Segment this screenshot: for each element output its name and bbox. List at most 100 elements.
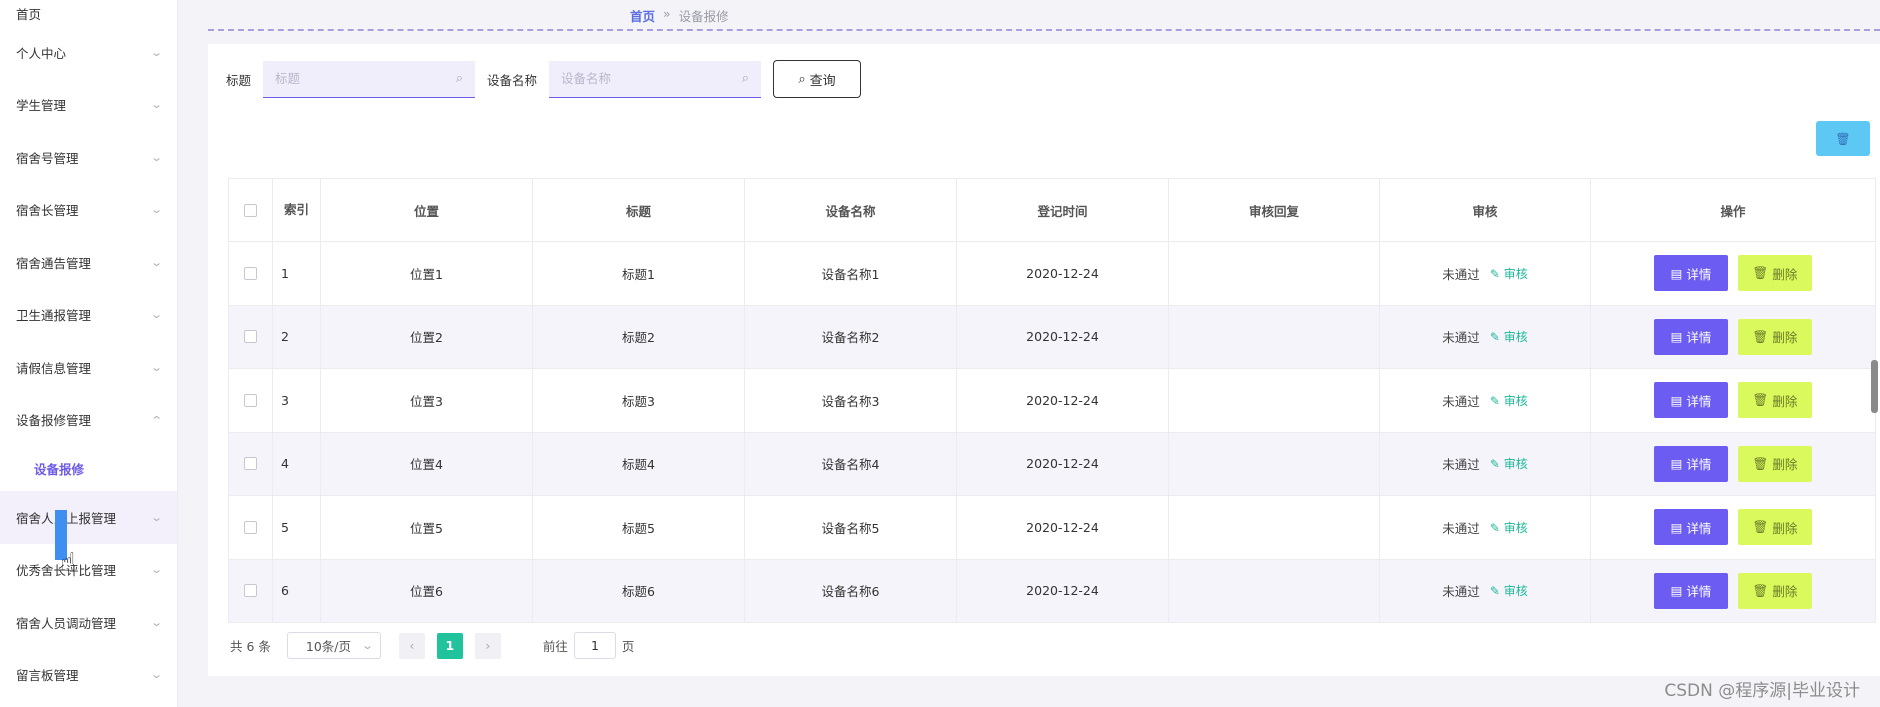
document-icon: ▤	[1670, 456, 1683, 472]
detail-button[interactable]: ▤ 详情	[1654, 382, 1728, 419]
sidebar-item-label: 宿舍通告管理	[16, 255, 92, 271]
delete-button[interactable]: 🗑 删除	[1738, 572, 1812, 609]
detail-button[interactable]: ▤ 详情	[1654, 255, 1728, 292]
sidebar-item[interactable]: 首页	[0, 0, 177, 26]
hand-cursor-icon: ☝	[60, 548, 76, 578]
page-size-select[interactable]: 10条/页 ⌄	[286, 632, 381, 659]
cell-ops: ▤ 详情 🗑 删除	[1591, 369, 1876, 432]
cell-position: 位置6	[321, 559, 533, 622]
header-title[interactable]: 标题	[533, 179, 745, 241]
chevron-down-icon: ⌄	[149, 360, 163, 374]
audit-link[interactable]: ✎ 审核	[1490, 455, 1528, 472]
edit-icon: ✎	[1489, 330, 1504, 345]
sidebar-item[interactable]: 个人中心 ⌄	[0, 26, 177, 79]
goto-page: 前往 页	[543, 632, 635, 659]
audit-link[interactable]: ✎ 审核	[1490, 582, 1528, 599]
audit-link[interactable]: ✎ 审核	[1490, 265, 1528, 282]
header-audit[interactable]: 审核	[1380, 179, 1591, 241]
cell-title: 标题5	[533, 496, 745, 559]
sidebar-item[interactable]: 宿舍人员上报管理⌄	[0, 491, 177, 544]
header-reply[interactable]: 审核回复	[1169, 179, 1380, 241]
prev-page-button[interactable]: ‹	[398, 632, 425, 659]
title-search-input[interactable]	[275, 71, 426, 86]
sidebar-item[interactable]: 设备报修管理 ⌄	[0, 394, 177, 447]
sidebar-item[interactable]: 留言板管理 ⌄	[0, 649, 177, 702]
search-icon: ⌕	[741, 71, 750, 86]
row-checkbox[interactable]	[244, 520, 257, 534]
next-page-button[interactable]: ›	[474, 632, 501, 659]
sidebar-item[interactable]: 优秀舍长评比管理 ⌄	[0, 544, 177, 597]
scrollbar[interactable]	[1871, 360, 1878, 413]
audit-link[interactable]: ✎ 审核	[1490, 392, 1528, 409]
chevron-down-icon: ⌄	[149, 255, 163, 269]
breadcrumb-home[interactable]: 首页	[630, 6, 655, 25]
cell-ops: ▤ 详情 🗑 删除	[1591, 496, 1876, 559]
goto-suffix: 页	[621, 639, 635, 654]
sidebar-item[interactable]: 宿舍通告管理 ⌄	[0, 236, 177, 289]
header-device[interactable]: 设备名称	[745, 179, 957, 241]
device-search-input[interactable]	[561, 71, 712, 86]
search-bar: 标题 ⌕ 设备名称 ⌕ ⌕ 查询	[226, 60, 862, 98]
audit-link[interactable]: ✎ 审核	[1490, 519, 1528, 536]
sidebar-item-label: 首页	[16, 7, 42, 22]
delete-button[interactable]: 🗑 删除	[1738, 255, 1812, 292]
audit-status: 未通过	[1442, 584, 1480, 600]
sidebar-item-label: 学生管理	[16, 98, 67, 114]
sidebar-item-label: 请假信息管理	[16, 360, 92, 376]
cell-reply	[1169, 559, 1380, 622]
row-checkbox[interactable]	[244, 266, 257, 280]
header-date[interactable]: 登记时间	[957, 179, 1169, 241]
cell-position: 位置2	[321, 305, 533, 368]
row-checkbox[interactable]	[244, 457, 257, 471]
sidebar: 首页 个人中心 ⌄ 学生管理 ⌄ 宿舍号管理 ⌄ 宿舍长管理 ⌄ 宿舍通告管理 ⌄ 卫生通报管理 ⌄ 请假…	[0, 0, 178, 707]
sidebar-item-label: 个人中心	[16, 45, 67, 61]
cell-title: 标题3	[533, 369, 745, 432]
cell-device: 设备名称1	[745, 242, 957, 305]
sidebar-item[interactable]: 卫生通报管理 ⌄	[0, 289, 177, 342]
cell-audit: 未通过 ✎ 审核	[1380, 369, 1591, 432]
row-checkbox[interactable]	[244, 393, 257, 407]
chevron-down-icon: ⌄	[149, 668, 163, 682]
detail-button[interactable]: ▤ 详情	[1654, 318, 1728, 355]
query-button[interactable]: ⌕ 查询	[773, 60, 862, 98]
delete-button[interactable]: 🗑 删除	[1738, 318, 1812, 355]
detail-button[interactable]: ▤ 详情	[1654, 445, 1728, 482]
title-search-field[interactable]: ⌕	[263, 60, 476, 98]
sidebar-item-label: 宿舍号管理	[16, 150, 79, 166]
delete-button[interactable]: 🗑 删除	[1738, 382, 1812, 419]
chevron-down-icon: ⌄	[360, 639, 374, 652]
sidebar-item[interactable]: 请假信息管理 ⌄	[0, 341, 177, 394]
select-all-checkbox[interactable]	[244, 203, 257, 217]
chevron-down-icon: ⌄	[149, 45, 163, 59]
row-checkbox[interactable]	[244, 584, 257, 598]
row-checkbox[interactable]	[244, 330, 257, 344]
table-header-row: 索引 位置 标题 设备名称 登记时间 审核回复 审核 操作	[228, 179, 1876, 242]
document-icon: ▤	[1670, 583, 1683, 599]
sidebar-item[interactable]: 宿舍人员调动管理 ⌄	[0, 596, 177, 649]
delete-button[interactable]: 🗑 删除	[1738, 509, 1812, 546]
sidebar-item[interactable]: 宿舍长管理 ⌄	[0, 184, 177, 237]
edit-icon: ✎	[1489, 457, 1504, 472]
sidebar-item[interactable]: 学生管理 ⌄	[0, 79, 177, 132]
goto-page-input[interactable]	[573, 632, 616, 659]
cell-index: 4	[273, 432, 321, 495]
cell-index: 3	[273, 369, 321, 432]
cell-date: 2020-12-24	[957, 432, 1169, 495]
audit-link[interactable]: ✎ 审核	[1490, 328, 1528, 345]
trash-icon: 🗑	[1752, 328, 1769, 344]
table-row: 1 位置1 标题1 设备名称1 2020-12-24 未通过 ✎ 审核 ▤ 详情 🗑 删除	[228, 242, 1876, 306]
sidebar-subitem[interactable]: 设备报修	[0, 446, 177, 491]
detail-button[interactable]: ▤ 详情	[1654, 572, 1728, 609]
header-ops: 操作	[1591, 179, 1876, 241]
cell-position: 位置3	[321, 369, 533, 432]
batch-delete-button[interactable]: 🗑	[1816, 121, 1870, 156]
detail-button[interactable]: ▤ 详情	[1654, 509, 1728, 546]
header-position[interactable]: 位置	[321, 179, 533, 241]
document-icon: ▤	[1670, 392, 1683, 408]
sidebar-item[interactable]: 宿舍号管理 ⌄	[0, 131, 177, 184]
page-number-button[interactable]: 1	[436, 632, 463, 659]
device-search-field[interactable]: ⌕	[549, 60, 762, 98]
cell-reply	[1169, 305, 1380, 368]
delete-button[interactable]: 🗑 删除	[1738, 445, 1812, 482]
title-search-label: 标题	[226, 72, 252, 88]
